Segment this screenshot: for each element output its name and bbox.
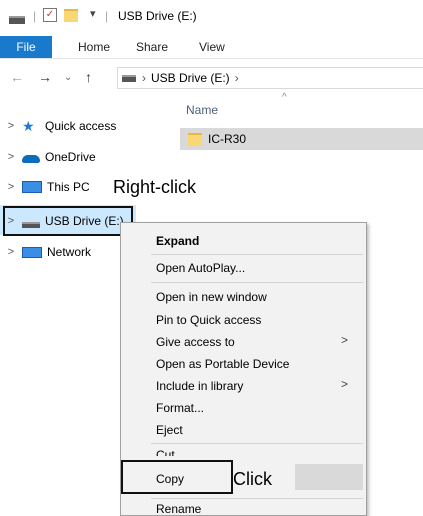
- menu-item-open-new-window[interactable]: Open in new window: [156, 290, 267, 304]
- chevron-right-icon[interactable]: >: [0, 120, 22, 132]
- menu-separator: [151, 254, 363, 255]
- menu-item-rename[interactable]: Rename: [156, 502, 201, 516]
- menu-item-pin-quick-access[interactable]: Pin to Quick access: [156, 313, 261, 327]
- separator: |: [33, 9, 37, 23]
- address-bar[interactable]: › USB Drive (E:) ›: [117, 67, 423, 89]
- sidebar-item-network[interactable]: > Network: [0, 240, 91, 264]
- column-header-name[interactable]: Name: [186, 103, 218, 117]
- forward-arrow-icon[interactable]: →: [38, 69, 52, 85]
- properties-icon[interactable]: ✓: [43, 8, 57, 22]
- annotation-click: Click: [233, 469, 272, 489]
- sidebar-item-label: USB Drive (E:): [45, 214, 124, 228]
- chevron-right-icon[interactable]: >: [0, 181, 22, 193]
- menu-separator: [151, 498, 363, 499]
- sidebar-item-label: This PC: [47, 180, 90, 194]
- recent-locations-icon[interactable]: ⌄: [64, 72, 72, 83]
- menu-item-cut[interactable]: Cut: [156, 448, 175, 456]
- customize-toolbar-icon[interactable]: ▾: [90, 7, 96, 20]
- menu-item-expand[interactable]: Expand: [156, 234, 199, 248]
- menu-item-include-library[interactable]: Include in library: [156, 379, 243, 393]
- back-arrow-icon[interactable]: ←: [10, 69, 24, 85]
- chevron-right-icon[interactable]: >: [0, 151, 22, 163]
- menu-separator: [151, 282, 363, 283]
- submenu-arrow-icon: >: [340, 333, 348, 347]
- separator: |: [105, 9, 109, 23]
- menu-item-give-access[interactable]: Give access to: [156, 335, 235, 349]
- sidebar-item-label: Network: [47, 245, 92, 259]
- window-title: USB Drive (E:): [118, 9, 197, 23]
- breadcrumb-separator: ›: [234, 71, 239, 85]
- file-row[interactable]: IC-R30: [180, 128, 423, 150]
- breadcrumb-separator: ›: [142, 71, 146, 85]
- sidebar-item-quick-access[interactable]: > ★ Quick access: [0, 114, 117, 138]
- sidebar-item-onedrive[interactable]: > OneDrive: [0, 145, 96, 169]
- menu-item-format[interactable]: Format...: [156, 401, 204, 415]
- monitor-icon: [22, 181, 42, 193]
- tab-share[interactable]: Share: [136, 40, 168, 54]
- drive-icon: [122, 74, 136, 82]
- sidebar-item-label: Quick access: [45, 119, 117, 133]
- chevron-right-icon[interactable]: >: [0, 246, 22, 258]
- menu-separator: [151, 443, 363, 444]
- menu-item-open-autoplay[interactable]: Open AutoPlay...: [156, 261, 245, 275]
- tab-view[interactable]: View: [199, 40, 225, 54]
- network-icon: [22, 246, 42, 258]
- sort-caret-icon[interactable]: ^: [282, 92, 287, 103]
- breadcrumb-usb-drive[interactable]: USB Drive (E:): [151, 71, 230, 85]
- drive-icon: [9, 16, 25, 24]
- cloud-icon: [22, 154, 40, 163]
- annotation-right-click: Right-click: [113, 177, 197, 197]
- file-name: IC-R30: [208, 132, 247, 146]
- submenu-arrow-icon: >: [340, 377, 348, 391]
- up-arrow-icon[interactable]: ↑: [85, 69, 92, 85]
- menu-item-highlight: [295, 464, 363, 490]
- menu-item-eject[interactable]: Eject: [156, 423, 183, 437]
- folder-icon: [188, 132, 202, 146]
- tab-home[interactable]: Home: [78, 40, 110, 54]
- sidebar-item-label: OneDrive: [45, 150, 96, 164]
- chevron-right-icon[interactable]: >: [0, 215, 22, 227]
- context-menu: Expand Open AutoPlay... Open in new wind…: [120, 222, 367, 516]
- new-folder-icon[interactable]: [64, 9, 78, 22]
- tab-file[interactable]: File: [0, 36, 52, 58]
- sidebar-item-this-pc[interactable]: > This PC: [0, 175, 90, 199]
- menu-item-open-portable[interactable]: Open as Portable Device: [156, 357, 289, 371]
- drive-icon: [22, 221, 40, 228]
- sidebar-item-usb-drive[interactable]: > USB Drive (E:): [0, 209, 124, 233]
- menu-item-copy[interactable]: Copy: [156, 472, 184, 486]
- star-icon: ★: [22, 118, 35, 134]
